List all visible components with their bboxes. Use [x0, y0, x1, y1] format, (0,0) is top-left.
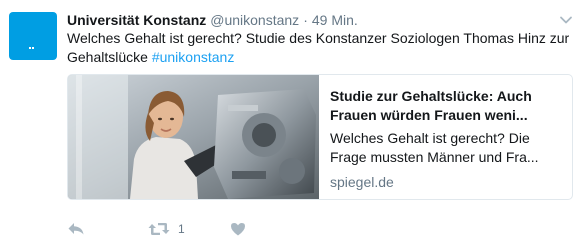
- university-logo-mark: [29, 47, 53, 50]
- reply-button[interactable]: [67, 218, 85, 240]
- retweet-icon: [148, 223, 170, 235]
- tweet-body: Welches Gehalt ist gerecht? Studie des K…: [67, 30, 570, 65]
- heart-icon: [231, 223, 245, 236]
- retweet-count: 1: [178, 222, 185, 236]
- author-name[interactable]: Universität Konstanz: [67, 12, 206, 28]
- avatar[interactable]: [9, 12, 57, 60]
- card-description: Welches Gehalt ist gerecht? Die Frage mu…: [330, 130, 539, 165]
- tweet-text: Welches Gehalt ist gerecht? Studie des K…: [67, 29, 573, 66]
- link-card[interactable]: Studie zur Gehaltslücke: Auch Frauen wür…: [67, 74, 573, 200]
- like-button[interactable]: [230, 218, 246, 240]
- card-photo: [68, 75, 319, 199]
- card-image: [68, 75, 319, 199]
- card-title: Studie zur Gehaltslücke: Auch Frauen wür…: [330, 88, 532, 123]
- card-domain: spiegel.de: [330, 174, 394, 190]
- reply-icon: [68, 223, 84, 235]
- tweet-header: Universität Konstanz @unikonstanz · 49 Min.: [67, 11, 358, 29]
- more-options-button[interactable]: [559, 14, 573, 26]
- tweet[interactable]: Universität Konstanz @unikonstanz · 49 Min.…: [0, 0, 581, 246]
- author-handle[interactable]: @unikonstanz: [210, 12, 299, 28]
- separator: ·: [303, 12, 308, 28]
- tweet-timestamp[interactable]: 49 Min.: [312, 12, 358, 28]
- card-body: Studie zur Gehaltslücke: Auch Frauen wür…: [330, 87, 562, 191]
- hashtag-link[interactable]: #unikonstanz: [152, 49, 235, 65]
- retweet-button[interactable]: 1: [148, 218, 185, 240]
- chevron-down-icon: [560, 16, 572, 24]
